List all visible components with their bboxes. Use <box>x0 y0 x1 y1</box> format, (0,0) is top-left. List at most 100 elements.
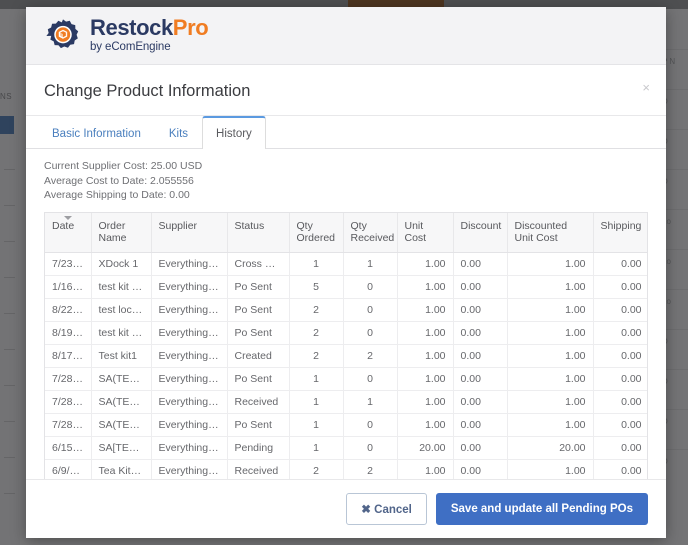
cell-discount: 0.00 <box>453 253 507 276</box>
average-shipping-to-date: Average Shipping to Date: 0.00 <box>44 188 648 203</box>
cell-shipping: 0.00 <box>593 391 648 414</box>
cell-shipping: 0.00 <box>593 460 648 480</box>
cell-discount: 0.00 <box>453 460 507 480</box>
cell-supplier: Everything ente... <box>151 253 227 276</box>
history-table: Date Order Name Supplier Status Qty Orde… <box>45 213 648 480</box>
table-row[interactable]: 7/23/2...XDock 1Everything ente...Cross … <box>45 253 648 276</box>
modal-footer: ✖ Cancel Save and update all Pending POs <box>26 479 666 538</box>
table-row[interactable]: 7/28/2...SA(TEST)- ...Everything ente...… <box>45 414 648 437</box>
cell-discounted-unit-cost: 1.00 <box>507 368 593 391</box>
column-header-discount[interactable]: Discount <box>453 213 507 253</box>
modal-logo-bar: RestockPro by eComEngine <box>26 7 666 65</box>
gear-box-logo-icon <box>44 17 82 55</box>
tab-basic-information[interactable]: Basic Information <box>38 117 155 149</box>
page-title: Change Product Information <box>44 82 648 101</box>
cell-date: 6/9/20... <box>45 460 91 480</box>
cell-status: Received <box>227 391 289 414</box>
cell-supplier: Everything ente... <box>151 391 227 414</box>
cell-status: Po Sent <box>227 299 289 322</box>
column-header-status[interactable]: Status <box>227 213 289 253</box>
column-header-date[interactable]: Date <box>45 213 91 253</box>
cancel-button[interactable]: ✖ Cancel <box>346 493 427 525</box>
column-header-qty-received[interactable]: Qty Received <box>343 213 397 253</box>
cell-discounted-unit-cost: 1.00 <box>507 276 593 299</box>
cell-supplier: Everything ente... <box>151 276 227 299</box>
cell-unit-cost: 1.00 <box>397 460 453 480</box>
cell-order-name: test kit 4 8... <box>91 322 151 345</box>
table-row[interactable]: 1/16/20...test kit JL 1Everything ente..… <box>45 276 648 299</box>
close-icon[interactable]: × <box>638 79 654 96</box>
cell-order-name: SA(TEST)- ... <box>91 391 151 414</box>
cell-qty-ordered: 5 <box>289 276 343 299</box>
cell-order-name: XDock 1 <box>91 253 151 276</box>
cell-qty-received: 1 <box>343 253 397 276</box>
cell-qty-received: 0 <box>343 368 397 391</box>
cell-unit-cost: 1.00 <box>397 276 453 299</box>
table-row[interactable]: 8/17/2...Test kit1Everything ente...Crea… <box>45 345 648 368</box>
cell-date: 8/17/2... <box>45 345 91 368</box>
cell-qty-ordered: 1 <box>289 414 343 437</box>
table-row[interactable]: 8/19/2...test kit 4 8...Everything ente.… <box>45 322 648 345</box>
cell-order-name: SA[TEST]- ... <box>91 437 151 460</box>
column-header-supplier[interactable]: Supplier <box>151 213 227 253</box>
table-row[interactable]: 8/22/2...test local k...Everything ente.… <box>45 299 648 322</box>
history-table-head: Date Order Name Supplier Status Qty Orde… <box>45 213 648 253</box>
save-button[interactable]: Save and update all Pending POs <box>436 493 648 525</box>
column-header-qty-ordered[interactable]: Qty Ordered <box>289 213 343 253</box>
cell-qty-received: 0 <box>343 437 397 460</box>
cancel-x-icon: ✖ <box>361 504 371 516</box>
column-header-unit-cost[interactable]: Unit Cost <box>397 213 453 253</box>
current-supplier-cost: Current Supplier Cost: 25.00 USD <box>44 159 648 174</box>
cell-qty-received: 2 <box>343 345 397 368</box>
table-header-row: Date Order Name Supplier Status Qty Orde… <box>45 213 648 253</box>
cell-qty-received: 0 <box>343 414 397 437</box>
cell-supplier: Everything ente... <box>151 460 227 480</box>
cell-shipping: 0.00 <box>593 322 648 345</box>
cell-order-name: Tea Kit Loc... <box>91 460 151 480</box>
table-row[interactable]: 7/28/2...SA(TEST)- ...Everything ente...… <box>45 391 648 414</box>
logo-subtitle: by eComEngine <box>90 42 208 54</box>
cell-qty-received: 2 <box>343 460 397 480</box>
cell-qty-ordered: 1 <box>289 437 343 460</box>
cell-supplier: Everything ente... <box>151 345 227 368</box>
cell-date: 1/16/20... <box>45 276 91 299</box>
table-row[interactable]: 6/9/20...Tea Kit Loc...Everything ente..… <box>45 460 648 480</box>
cell-shipping: 0.00 <box>593 414 648 437</box>
cell-status: Cross Dock ... <box>227 253 289 276</box>
cell-status: Po Sent <box>227 276 289 299</box>
column-header-shipping[interactable]: Shipping <box>593 213 648 253</box>
cell-discount: 0.00 <box>453 368 507 391</box>
cell-shipping: 0.00 <box>593 368 648 391</box>
cell-date: 8/22/2... <box>45 299 91 322</box>
logo-title-main: Restock <box>90 15 173 40</box>
cell-unit-cost: 1.00 <box>397 345 453 368</box>
cell-status: Po Sent <box>227 414 289 437</box>
cell-status: Po Sent <box>227 368 289 391</box>
column-header-date-label: Date <box>52 220 74 232</box>
cell-date: 8/19/2... <box>45 322 91 345</box>
cell-qty-ordered: 2 <box>289 460 343 480</box>
column-header-order-name[interactable]: Order Name <box>91 213 151 253</box>
cell-status: Created <box>227 345 289 368</box>
cell-discounted-unit-cost: 1.00 <box>507 253 593 276</box>
cell-date: 7/23/2... <box>45 253 91 276</box>
cell-date: 7/28/2... <box>45 414 91 437</box>
column-header-discounted-unit-cost[interactable]: Discounted Unit Cost <box>507 213 593 253</box>
modal-tabs: Basic Information Kits History <box>26 116 666 149</box>
tab-history[interactable]: History <box>202 116 266 149</box>
cell-discount: 0.00 <box>453 437 507 460</box>
cell-qty-ordered: 1 <box>289 391 343 414</box>
cell-supplier: Everything ente... <box>151 299 227 322</box>
cell-unit-cost: 1.00 <box>397 368 453 391</box>
tab-kits[interactable]: Kits <box>155 117 202 149</box>
table-row[interactable]: 6/15/2...SA[TEST]- ...Everything ente...… <box>45 437 648 460</box>
cell-order-name: Test kit1 <box>91 345 151 368</box>
cell-qty-received: 0 <box>343 299 397 322</box>
cell-supplier: Everything ente... <box>151 368 227 391</box>
cell-unit-cost: 1.00 <box>397 391 453 414</box>
table-row[interactable]: 7/28/2...SA(TEST)-1Everything ente...Po … <box>45 368 648 391</box>
cell-supplier: Everything ente... <box>151 437 227 460</box>
cell-order-name: test kit JL 1 <box>91 276 151 299</box>
logo-wordmark: RestockPro by eComEngine <box>90 17 208 54</box>
cell-supplier: Everything ente... <box>151 322 227 345</box>
